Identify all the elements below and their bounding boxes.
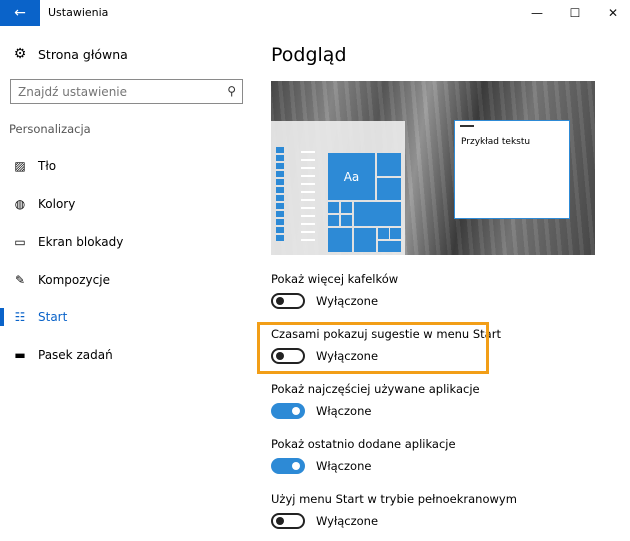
tile	[378, 241, 401, 252]
sidebar-item-label: Kompozycje	[38, 273, 110, 287]
sidebar-item-pasek-zadan[interactable]: ▬ Pasek zadań	[0, 340, 255, 370]
tile	[341, 202, 352, 213]
toggle-switch[interactable]	[271, 513, 305, 529]
tile	[377, 153, 401, 176]
start-preview: Aa Przykład tekstu	[271, 81, 595, 255]
sidebar-item-label: Ekran blokady	[38, 235, 124, 249]
start-menu-preview: Aa	[271, 121, 405, 255]
toggle-knob	[292, 407, 300, 415]
palette-icon: ◍	[14, 197, 26, 211]
sidebar-item-ekran-blokady[interactable]: ▭ Ekran blokady	[0, 227, 255, 257]
title-bar: ← Ustawienia — ☐ ✕	[0, 0, 630, 26]
setting-recently-added: Pokaż ostatnio dodane aplikacje Włączone	[271, 437, 611, 474]
tile-grid: Aa	[328, 153, 402, 253]
toggle-state: Wyłączone	[316, 514, 379, 528]
tile	[390, 228, 401, 239]
sidebar-item-kolory[interactable]: ◍ Kolory	[0, 189, 255, 219]
tile	[341, 215, 352, 226]
window-title: Ustawienia	[48, 6, 109, 19]
minimize-icon: —	[531, 6, 543, 20]
toggle-switch[interactable]	[271, 403, 305, 419]
setting-label: Pokaż więcej kafelków	[271, 272, 399, 286]
themes-icon: ✎	[14, 273, 26, 287]
toggle-state: Włączone	[316, 404, 372, 418]
gear-icon: ⚙	[13, 46, 27, 62]
start-icon: ☷	[14, 310, 26, 324]
toggle-switch[interactable]	[271, 458, 305, 474]
section-label: Personalizacja	[9, 122, 91, 136]
toggle-switch[interactable]	[271, 293, 305, 309]
tile	[354, 228, 376, 252]
tile	[328, 228, 352, 252]
minimize-button[interactable]: —	[521, 0, 553, 26]
highlight-frame	[257, 322, 489, 374]
sample-text: Przykład tekstu	[461, 137, 531, 147]
toggle-knob	[292, 462, 300, 470]
back-arrow-icon: ←	[14, 5, 26, 21]
back-button[interactable]: ←	[0, 0, 40, 26]
toggle-knob	[276, 297, 284, 305]
page-title: Podgląd	[271, 44, 347, 66]
tile-large: Aa	[328, 153, 375, 200]
sidebar-item-label: Tło	[38, 159, 57, 173]
tile	[328, 202, 339, 213]
sidebar-home[interactable]: ⚙ Strona główna	[12, 46, 128, 62]
sidebar-item-tlo[interactable]: ▨ Tło	[0, 151, 255, 181]
tile	[328, 215, 339, 226]
tile	[378, 228, 389, 239]
sidebar-item-label: Kolory	[38, 197, 76, 211]
sidebar-item-kompozycje[interactable]: ✎ Kompozycje	[0, 265, 255, 295]
search-input[interactable]	[11, 80, 211, 103]
search-icon[interactable]: ⚲	[227, 84, 236, 98]
sample-window: Przykład tekstu	[454, 120, 570, 219]
toggle-state: Włączone	[316, 459, 372, 473]
search-box: ⚲	[10, 79, 243, 104]
setting-label: Pokaż ostatnio dodane aplikacje	[271, 437, 456, 451]
taskbar-icon: ▬	[14, 348, 26, 362]
sidebar: ⚙ Strona główna ⚲ Personalizacja ▨ Tło ◍…	[0, 26, 255, 541]
sample-title-bar	[460, 125, 474, 127]
setting-most-used: Pokaż najczęściej używane aplikacje Włąc…	[271, 382, 611, 419]
toggle-knob	[276, 517, 284, 525]
close-icon: ✕	[607, 6, 619, 20]
sidebar-home-label: Strona główna	[38, 46, 128, 62]
tile-label: Aa	[343, 169, 360, 184]
sidebar-item-label: Start	[38, 310, 68, 324]
sidebar-item-start[interactable]: ☷ Start	[0, 302, 255, 332]
setting-more-tiles: Pokaż więcej kafelków Wyłączone	[271, 272, 611, 309]
main-content: Podgląd Aa Przykład tekstu Pokaż więcej …	[255, 26, 630, 541]
start-strip	[276, 147, 284, 243]
setting-label: Użyj menu Start w trybie pełnoekranowym	[271, 492, 517, 506]
sidebar-item-label: Pasek zadań	[38, 348, 113, 362]
lock-screen-icon: ▭	[14, 235, 26, 249]
tile	[354, 202, 401, 226]
maximize-button[interactable]: ☐	[559, 0, 591, 26]
maximize-icon: ☐	[569, 6, 581, 20]
tile	[377, 178, 401, 200]
toggle-state: Wyłączone	[316, 294, 379, 308]
app-list-lines	[301, 151, 315, 247]
setting-label: Pokaż najczęściej używane aplikacje	[271, 382, 480, 396]
close-button[interactable]: ✕	[597, 0, 629, 26]
image-icon: ▨	[14, 159, 26, 173]
setting-fullscreen: Użyj menu Start w trybie pełnoekranowym …	[271, 492, 611, 529]
